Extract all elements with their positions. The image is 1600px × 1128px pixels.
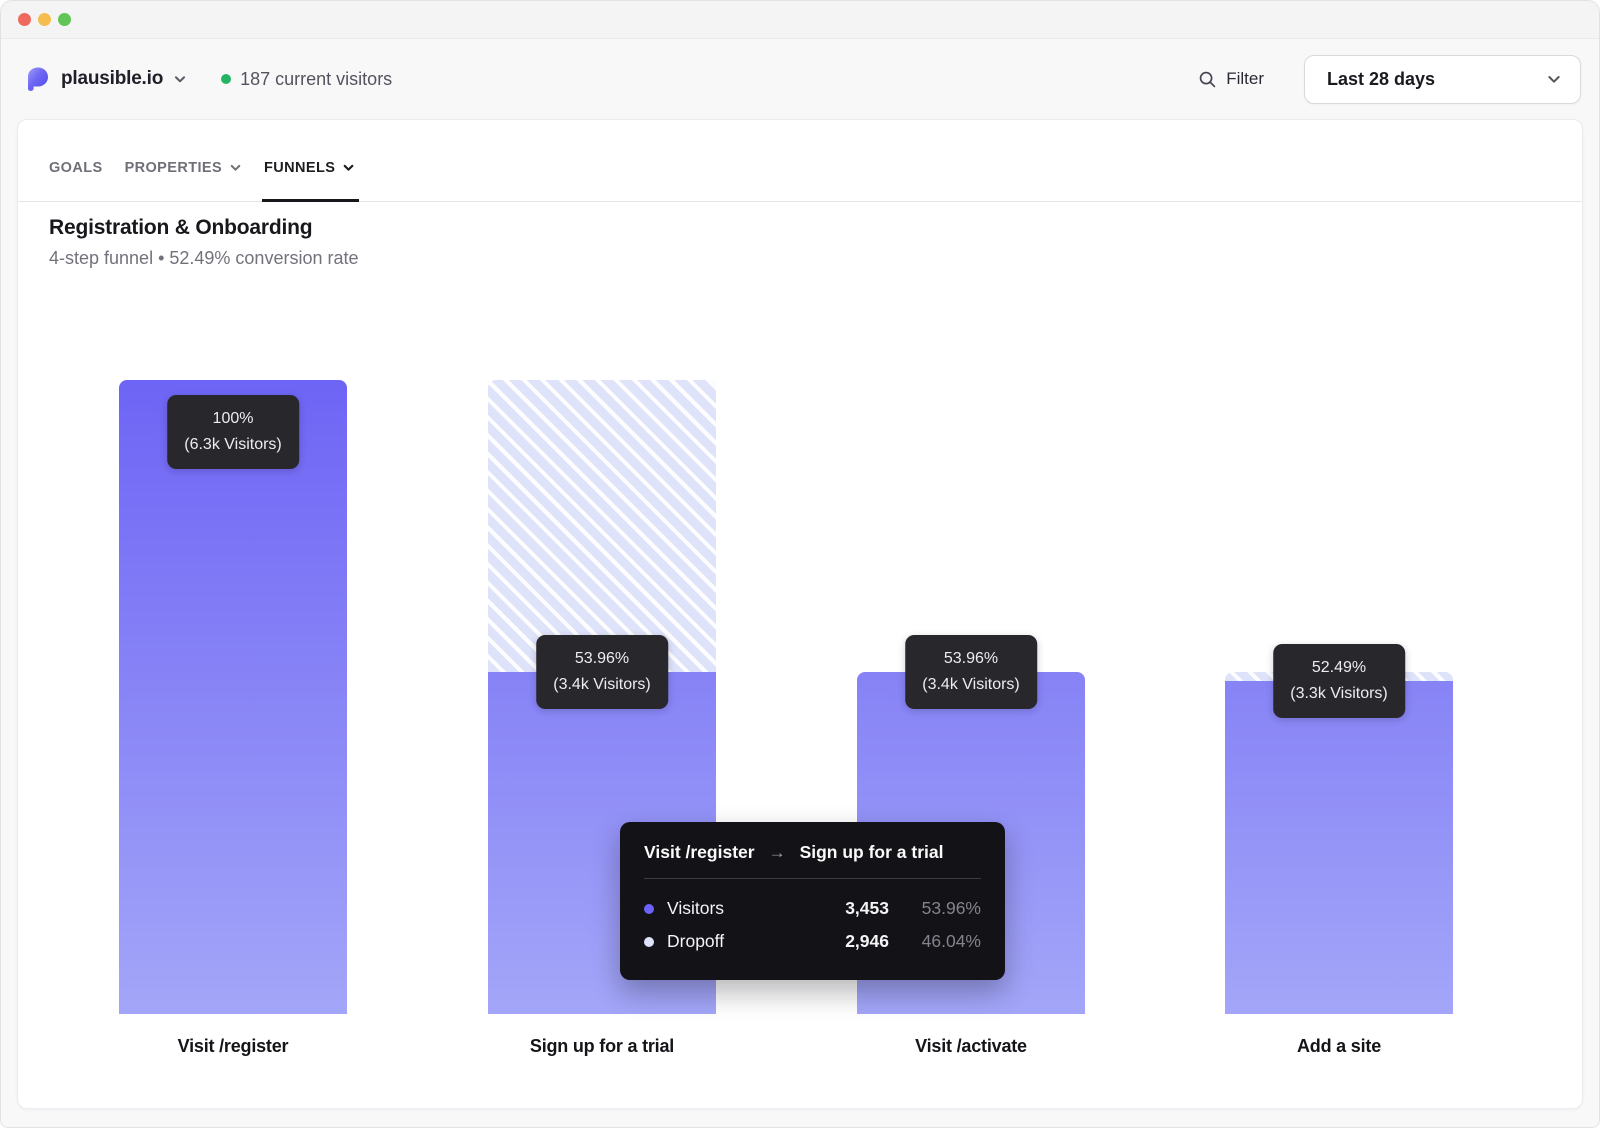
tooltip-from-step: Visit /register [644,842,755,863]
bar-solid [1225,681,1453,1014]
funnel-subtitle: 4-step funnel • 52.49% conversion rate [49,248,359,269]
bar-gradient [119,380,347,1014]
tooltip-row-percent: 53.96% [889,898,981,919]
dropoff-dot-icon [644,937,654,947]
bar-gradient [1225,681,1453,1014]
chevron-down-icon [173,72,187,86]
step-label: Add a site [1225,1036,1453,1057]
tab-goals[interactable]: GOALS [49,134,103,201]
live-visitors-dot-icon [221,74,231,84]
tab-funnels[interactable]: FUNNELS [264,134,355,201]
site-switcher[interactable]: plausible.io [25,66,187,92]
badge-percent: 53.96% [553,646,651,672]
site-name: plausible.io [61,68,163,90]
dashboard-card: GOALS PROPERTIES FUNNELS Registration & … [17,119,1583,1109]
tooltip-row-dropoff: Dropoff 2,946 46.04% [644,925,981,958]
bar-badge: 100% (6.3k Visitors) [167,395,299,469]
app-window: plausible.io 187 current visitors Filter… [0,0,1600,1128]
plausible-logo-icon [25,66,51,92]
funnel-title: Registration & Onboarding [49,216,359,240]
tooltip-divider [644,878,981,879]
funnel-bar-visit-register[interactable]: 100% (6.3k Visitors) Visit /register [119,380,347,1014]
bar-badge: 52.49% (3.3k Visitors) [1273,644,1405,718]
filter-label: Filter [1226,69,1264,89]
chevron-down-icon [342,161,355,174]
tab-label: GOALS [49,160,103,176]
traffic-light-zoom[interactable] [58,13,71,26]
tooltip-row-label: Dropoff [667,931,809,952]
current-visitors-label: 187 current visitors [240,69,392,90]
tooltip-row-percent: 46.04% [889,931,981,952]
tab-properties[interactable]: PROPERTIES [125,134,242,201]
date-range-value: Last 28 days [1327,69,1435,90]
macos-title-bar [1,1,1599,39]
step-label: Visit /register [119,1036,347,1057]
traffic-light-close[interactable] [18,13,31,26]
tooltip-to-step: Sign up for a trial [800,842,944,863]
tab-label: FUNNELS [264,160,335,176]
current-visitors[interactable]: 187 current visitors [221,69,392,90]
date-range-select[interactable]: Last 28 days [1304,55,1581,104]
tooltip-row-value: 3,453 [809,898,889,919]
chevron-down-icon [229,161,242,174]
tab-label: PROPERTIES [125,160,222,176]
badge-visitors: (3.3k Visitors) [1290,681,1388,707]
badge-visitors: (6.3k Visitors) [184,432,282,458]
badge-percent: 100% [184,406,282,432]
step-label: Visit /activate [857,1036,1085,1057]
badge-percent: 52.49% [1290,655,1388,681]
badge-visitors: (3.4k Visitors) [553,672,651,698]
funnel-chart: 100% (6.3k Visitors) Visit /register 53.… [18,380,1582,1100]
tooltip-row-visitors: Visitors 3,453 53.96% [644,892,981,925]
step-label: Sign up for a trial [488,1036,716,1057]
tooltip-row-value: 2,946 [809,931,889,952]
visitors-dot-icon [644,904,654,914]
traffic-light-minimize[interactable] [38,13,51,26]
bar-dropoff-hatch [488,380,716,672]
badge-visitors: (3.4k Visitors) [922,672,1020,698]
arrow-right-icon: → [769,843,786,863]
chevron-down-icon [1546,71,1562,87]
filter-button[interactable]: Filter [1198,69,1264,89]
bar-badge: 53.96% (3.4k Visitors) [536,635,668,709]
search-icon [1198,70,1217,89]
badge-percent: 53.96% [922,646,1020,672]
funnel-tooltip: Visit /register → Sign up for a trial Vi… [620,822,1005,980]
bar-solid [119,380,347,1014]
bar-badge: 53.96% (3.4k Visitors) [905,635,1037,709]
tooltip-row-label: Visitors [667,898,809,919]
funnel-header: Registration & Onboarding 4-step funnel … [49,216,359,269]
breakdown-tabs: GOALS PROPERTIES FUNNELS [18,120,1582,202]
funnel-bar-add-site[interactable]: 52.49% (3.3k Visitors) Add a site [1225,380,1453,1014]
app-header: plausible.io 187 current visitors Filter… [1,39,1599,119]
